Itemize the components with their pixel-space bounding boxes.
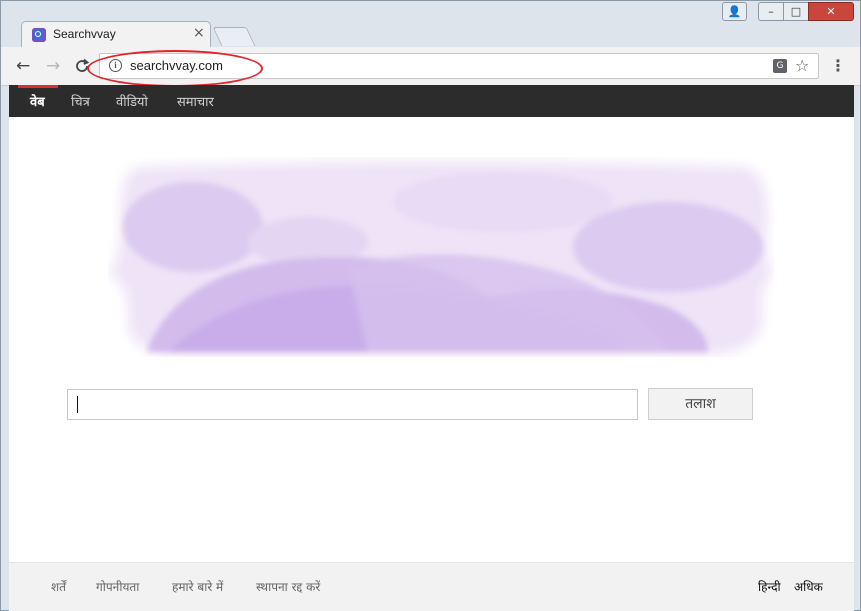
footer-terms-link[interactable]: शर्तें (51, 578, 66, 595)
back-arrow-icon[interactable]: ← (16, 56, 30, 76)
tab-close-icon[interactable]: × (193, 25, 205, 41)
active-tab-indicator (18, 85, 58, 88)
nav-news[interactable]: समाचार (177, 92, 214, 110)
maximize-button[interactable]: □ (783, 2, 809, 21)
text-cursor (77, 396, 78, 413)
address-bar[interactable]: i searchvvay.com G ☆ (99, 53, 819, 79)
title-bar: Searchvvay × 👤 – □ ✕ (1, 1, 860, 48)
footer-language-hindi[interactable]: हिन्दी (758, 578, 781, 595)
footer-uninstall-link[interactable]: स्थापना रद्द करें (256, 578, 320, 595)
browser-toolbar: ← → i searchvvay.com G ☆ ⋮ (1, 47, 860, 86)
menu-dots-icon[interactable]: ⋮ (830, 56, 846, 76)
searchvvay-favicon-icon (32, 28, 46, 42)
close-window-button[interactable]: ✕ (808, 2, 854, 21)
browser-window: Searchvvay × 👤 – □ ✕ ← → i searchvvay.co… (0, 0, 861, 611)
reload-icon[interactable] (74, 56, 90, 79)
tab-title: Searchvvay (53, 27, 116, 41)
footer-privacy-link[interactable]: गोपनीयता (96, 578, 139, 595)
info-icon[interactable]: i (109, 59, 122, 72)
footer-more-link[interactable]: अधिक (794, 578, 823, 595)
translate-icon[interactable]: G (773, 59, 787, 73)
nav-videos[interactable]: वीडियो (116, 92, 148, 110)
user-profile-button[interactable]: 👤 (722, 2, 747, 21)
minimize-button[interactable]: – (758, 2, 784, 21)
nav-web[interactable]: वेब (30, 92, 45, 110)
url-text[interactable]: searchvvay.com (130, 58, 223, 73)
new-tab-button[interactable] (212, 27, 256, 46)
search-button[interactable]: तलाश (648, 388, 753, 420)
footer-about-link[interactable]: हमारे बारे में (172, 578, 223, 595)
web-page: वेब चित्र वीडियो समाचार तलाश शर्तें गोपन… (9, 85, 854, 611)
forward-arrow-icon[interactable]: → (46, 56, 60, 76)
footer: शर्तें गोपनीयता हमारे बारे में स्थापना र… (9, 562, 854, 611)
search-input[interactable] (67, 389, 638, 420)
nav-images[interactable]: चित्र (71, 92, 90, 110)
top-navbar: वेब चित्र वीडियो समाचार (9, 85, 854, 117)
bookmark-star-icon[interactable]: ☆ (795, 56, 809, 75)
purple-mountain-banner (108, 161, 774, 355)
browser-tab[interactable]: Searchvvay × (21, 21, 211, 48)
